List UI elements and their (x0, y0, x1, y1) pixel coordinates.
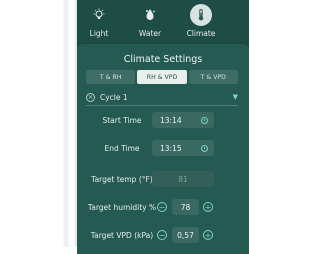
humidity-input[interactable]: 78 (172, 199, 199, 215)
remove-cycle-icon[interactable]: ✕ (86, 92, 95, 102)
vpd-plus-button[interactable]: + (203, 230, 213, 240)
end-time-field[interactable]: 13:15 (152, 140, 214, 156)
app-panel: Light Water Climate Climate Settings T &… (75, 0, 249, 254)
water-drops-icon (139, 4, 161, 26)
cycle-selector[interactable]: ✕ Cycle 1 ▼ (86, 91, 238, 103)
nav-item-light[interactable]: Light (77, 4, 121, 38)
vpd-input[interactable]: 0,57 (172, 227, 199, 243)
tab-t-vpd[interactable]: T & VPD (188, 70, 238, 84)
target-humidity-label: Target humidity % (87, 203, 157, 212)
target-vpd-label: Target VPD (kPa) (90, 231, 154, 240)
climate-settings-card: Climate Settings T & RH RH & VPD T & VPD… (77, 44, 249, 254)
vpd-minus-button[interactable]: − (157, 230, 167, 240)
tab-t-rh[interactable]: T & RH (86, 70, 136, 84)
divider (86, 105, 238, 106)
humidity-plus-button[interactable]: + (203, 202, 213, 212)
target-vpd-row: Target VPD (kPa) − 0,57 + (77, 227, 249, 243)
start-time-value: 13:14 (160, 115, 182, 125)
cycle-label: Cycle 1 (100, 92, 128, 102)
target-humidity-row: Target humidity % − 78 + (77, 199, 249, 215)
humidity-minus-button[interactable]: − (157, 202, 167, 212)
start-time-field[interactable]: 13:14 (152, 112, 214, 128)
tab-rh-vpd[interactable]: RH & VPD (137, 70, 187, 84)
nav-item-climate[interactable]: Climate (179, 4, 223, 38)
light-bulb-icon (88, 4, 110, 26)
start-time-row: Start Time 13:14 (77, 112, 249, 128)
target-temp-row: Target temp (°F) 81 (77, 171, 249, 187)
nav-label-water: Water (138, 29, 162, 38)
nav-item-water[interactable]: Water (128, 4, 172, 38)
nav-label-climate: Climate (186, 29, 216, 38)
end-time-row: End Time 13:15 (77, 140, 249, 156)
nav-label-light: Light (89, 29, 109, 38)
target-temp-field: 81 (152, 171, 214, 187)
clock-icon (201, 116, 208, 124)
card-title: Climate Settings (123, 54, 203, 65)
end-time-value: 13:15 (160, 143, 182, 153)
thermometer-icon (190, 4, 212, 26)
chevron-down-icon[interactable]: ▼ (233, 93, 238, 101)
clock-icon (201, 144, 208, 152)
mode-segmented-control: T & RH RH & VPD T & VPD (86, 70, 238, 84)
bottom-nav: Light Water Climate (77, 0, 249, 42)
